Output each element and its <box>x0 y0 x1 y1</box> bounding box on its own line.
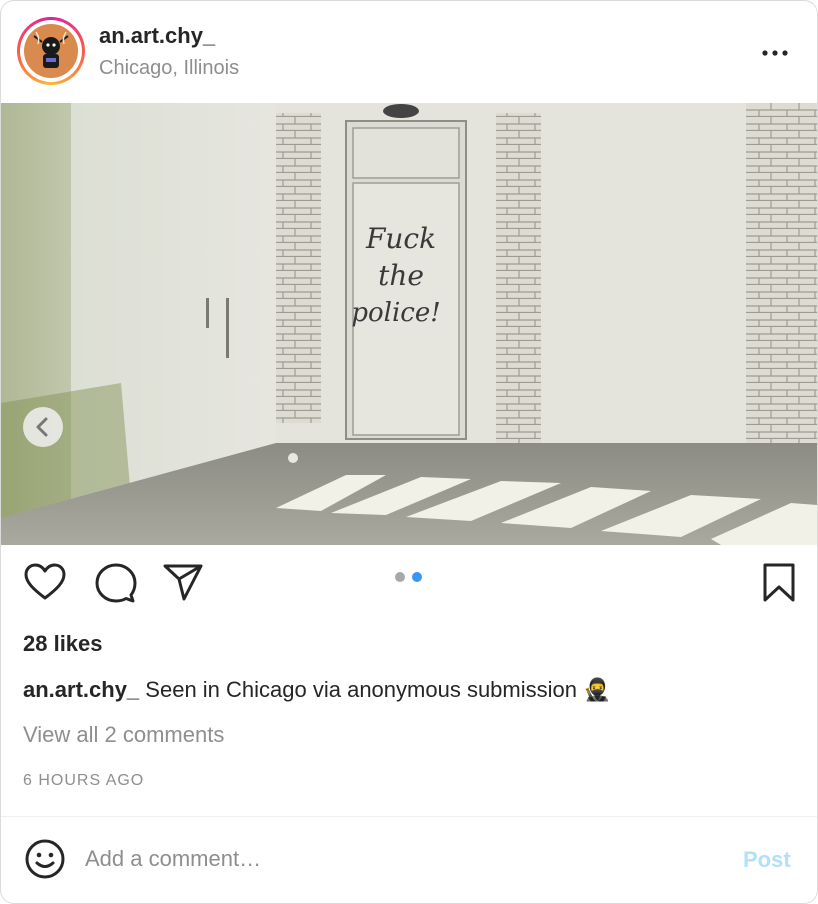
carousel-indicator <box>395 572 425 582</box>
graffiti-line-2: the <box>378 259 424 292</box>
previous-slide-button[interactable] <box>23 407 63 447</box>
likes-count[interactable]: 28 likes <box>23 631 103 657</box>
heart-icon[interactable] <box>23 561 67 605</box>
avatar[interactable] <box>17 17 85 85</box>
post-username[interactable]: an.art.chy_ <box>99 23 215 49</box>
carousel-dot-2-active <box>412 572 422 582</box>
caption-username[interactable]: an.art.chy_ <box>23 677 139 702</box>
post-timestamp[interactable]: 6 HOURS AGO <box>23 772 144 790</box>
post-location[interactable]: Chicago, Illinois <box>99 57 239 80</box>
more-options-icon[interactable] <box>757 35 793 71</box>
carousel-dot-1 <box>395 572 405 582</box>
bookmark-icon[interactable] <box>757 561 801 605</box>
chevron-left-icon <box>36 417 48 437</box>
caption-text: Seen in Chicago via anonymous submission… <box>145 677 611 702</box>
comment-icon[interactable] <box>93 561 137 605</box>
post-caption: an.art.chy_ Seen in Chicago via anonymou… <box>23 677 611 703</box>
graffiti-line-3: police! <box>351 298 440 328</box>
emoji-icon[interactable] <box>23 837 67 881</box>
post-header: an.art.chy_ Chicago, Illinois <box>1 1 817 103</box>
post-card: an.art.chy_ Chicago, Illinois Fuck the p… <box>0 0 818 904</box>
avatar-image <box>24 24 78 78</box>
post-comment-button[interactable]: Post <box>743 847 791 873</box>
comment-input[interactable] <box>85 841 705 877</box>
post-image[interactable]: Fuck the police! <box>1 103 817 545</box>
view-all-comments-link[interactable]: View all 2 comments <box>23 722 224 748</box>
send-icon[interactable] <box>161 561 205 605</box>
graffiti-line-1: Fuck <box>365 222 436 255</box>
comment-bar: Post <box>1 817 817 903</box>
post-actions <box>1 553 817 615</box>
